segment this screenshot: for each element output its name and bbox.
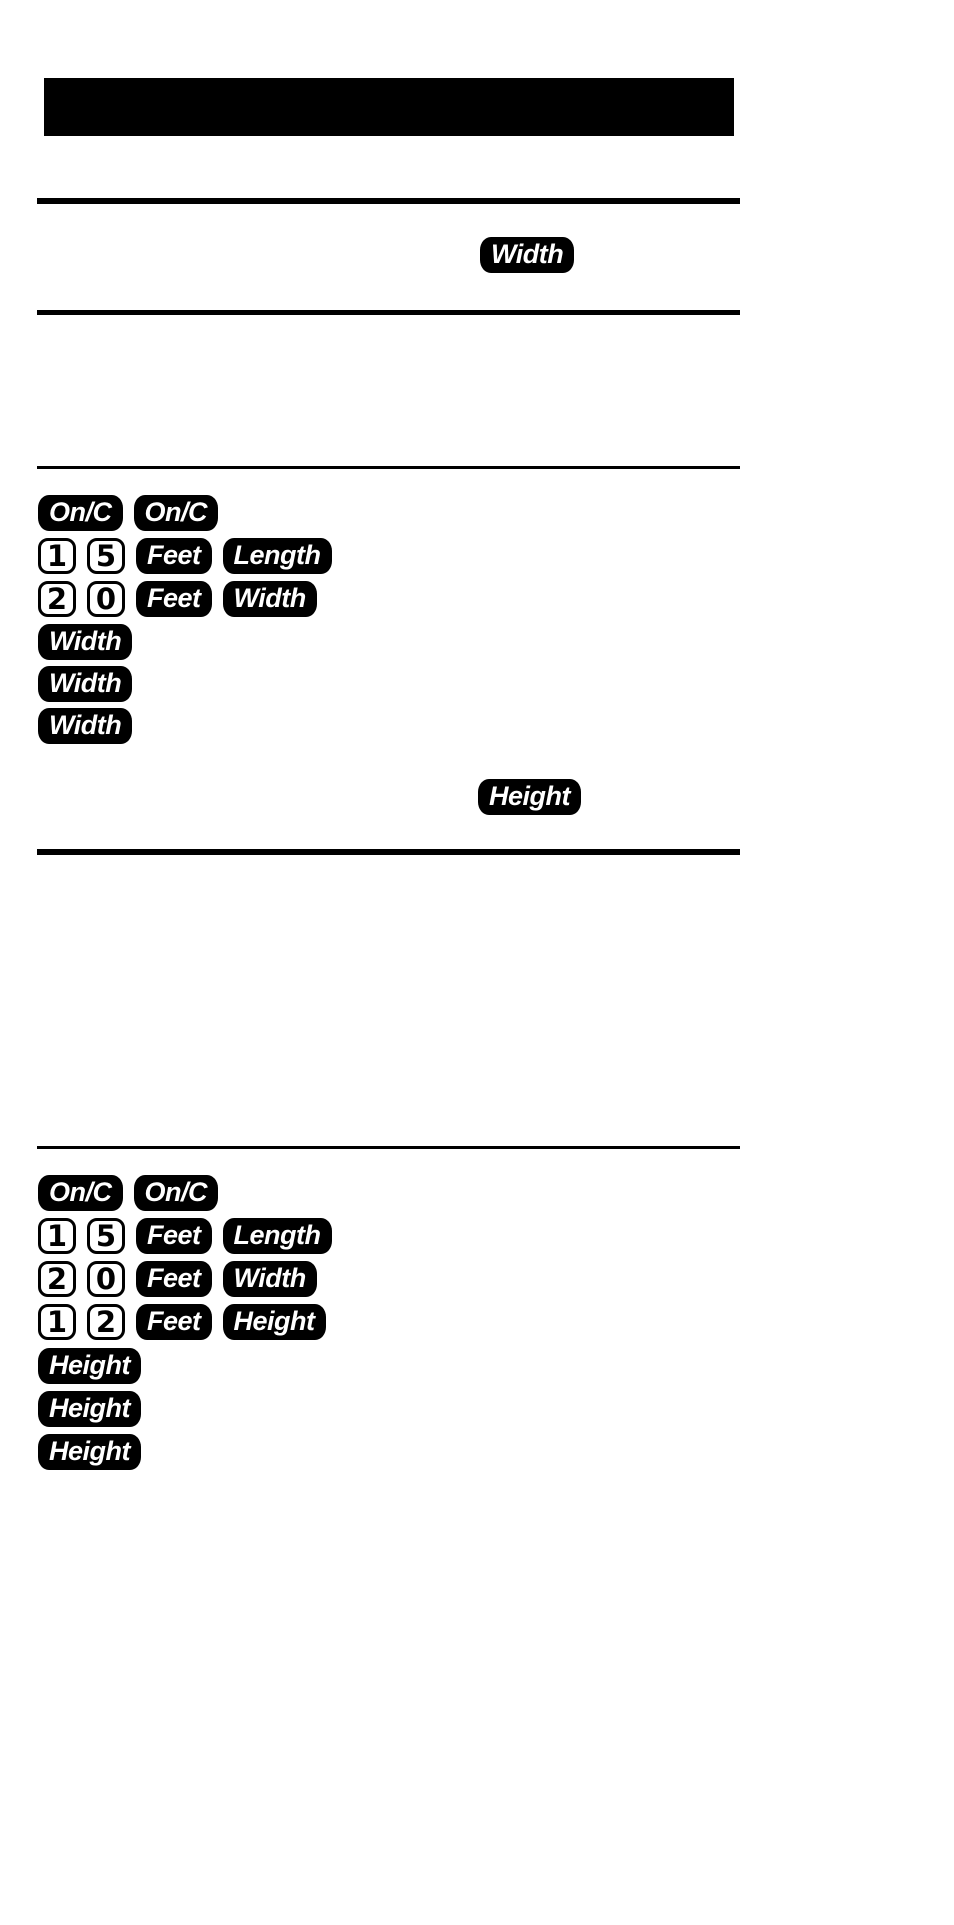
key-row: On/C On/C — [38, 1175, 218, 1211]
inline-badge-width[interactable]: Width — [480, 237, 575, 273]
key-height[interactable]: Height — [38, 1391, 141, 1427]
key-height[interactable]: Height — [222, 1304, 326, 1340]
key-feet[interactable]: Feet — [136, 1261, 212, 1297]
key-width[interactable]: Width — [222, 1261, 317, 1297]
key-row: On/C On/C — [38, 495, 218, 531]
key-row: Width — [38, 624, 133, 660]
key-onc[interactable]: On/C — [38, 1175, 123, 1211]
key-height[interactable]: Height — [38, 1434, 141, 1470]
key-row: 2 0 Feet Width — [38, 581, 317, 617]
key-digit-2[interactable]: 2 — [38, 581, 76, 617]
key-row: Width — [38, 666, 133, 702]
key-width[interactable]: Width — [38, 708, 133, 744]
key-onc[interactable]: On/C — [133, 1175, 218, 1211]
manual-page: Width On/C On/C 1 5 Feet Length 2 0 Feet… — [0, 0, 954, 1925]
key-row: Width — [38, 708, 133, 744]
key-digit-0[interactable]: 0 — [87, 1261, 125, 1297]
key-width[interactable]: Width — [38, 666, 133, 702]
rule-medium-upper — [37, 310, 740, 315]
key-width[interactable]: Width — [222, 581, 317, 617]
key-digit-1[interactable]: 1 — [38, 1218, 76, 1254]
key-digit-5[interactable]: 5 — [87, 1218, 125, 1254]
key-row: 1 5 Feet Length — [38, 1218, 332, 1254]
key-feet[interactable]: Feet — [136, 538, 212, 574]
key-feet[interactable]: Feet — [136, 1218, 212, 1254]
key-row: Height — [38, 1348, 141, 1384]
rule-thin-above-sequence-two — [37, 1146, 740, 1149]
key-digit-2[interactable]: 2 — [87, 1304, 125, 1340]
inline-badge-width-wrap: Width — [480, 237, 575, 273]
header-black-band — [44, 78, 734, 136]
key-height[interactable]: Height — [38, 1348, 141, 1384]
key-row: Height — [38, 1434, 141, 1470]
key-row: 2 0 Feet Width — [38, 1261, 317, 1297]
rule-thick-top — [37, 198, 740, 204]
key-onc[interactable]: On/C — [133, 495, 218, 531]
key-onc[interactable]: On/C — [38, 495, 123, 531]
key-digit-1[interactable]: 1 — [38, 1304, 76, 1340]
key-row: 1 2 Feet Height — [38, 1304, 326, 1340]
key-digit-1[interactable]: 1 — [38, 538, 76, 574]
key-row: Height — [38, 1391, 141, 1427]
key-digit-2[interactable]: 2 — [38, 1261, 76, 1297]
key-feet[interactable]: Feet — [136, 1304, 212, 1340]
key-feet[interactable]: Feet — [136, 581, 212, 617]
key-digit-0[interactable]: 0 — [87, 581, 125, 617]
inline-badge-height-wrap: Height — [478, 779, 581, 815]
key-row: 1 5 Feet Length — [38, 538, 332, 574]
rule-thick-middle — [37, 849, 740, 855]
key-length[interactable]: Length — [222, 1218, 332, 1254]
key-width[interactable]: Width — [38, 624, 133, 660]
key-length[interactable]: Length — [222, 538, 332, 574]
rule-thin-above-sequence-one — [37, 466, 740, 469]
key-digit-5[interactable]: 5 — [87, 538, 125, 574]
inline-badge-height[interactable]: Height — [478, 779, 581, 815]
